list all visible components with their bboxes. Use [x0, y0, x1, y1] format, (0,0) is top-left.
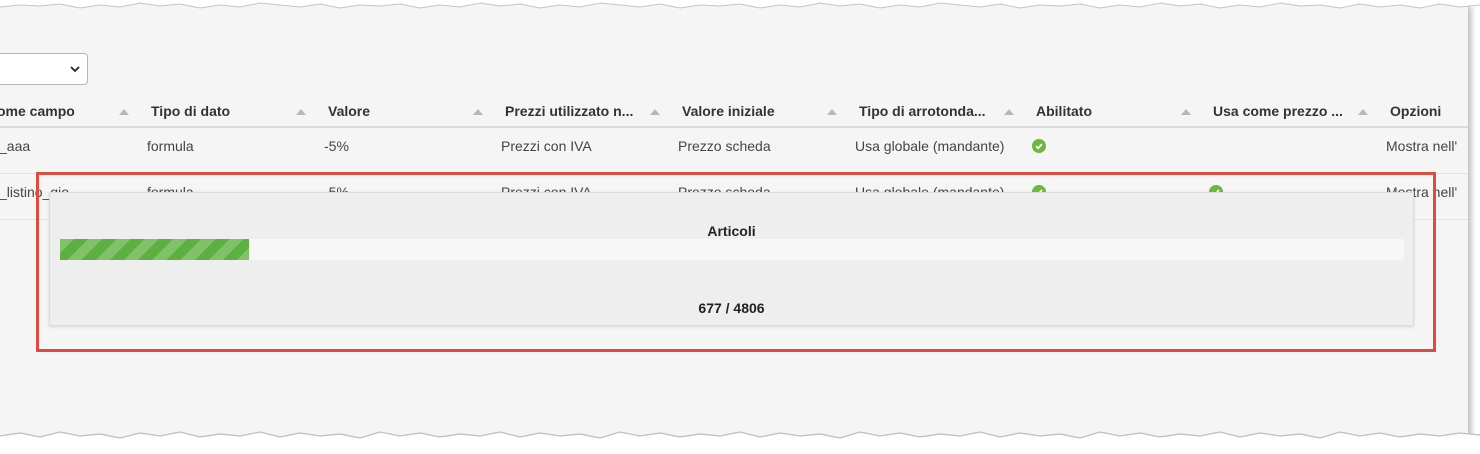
sort-up-icon[interactable]	[1181, 109, 1191, 115]
torn-edge-top	[0, 0, 1480, 9]
table-row[interactable]: _aaa formula -5% Prezzi con IVA Prezzo s…	[0, 128, 1468, 174]
check-circle-icon	[1032, 139, 1046, 153]
column-header-type[interactable]: Tipo di dato	[151, 94, 230, 128]
sort-up-icon[interactable]	[119, 109, 129, 115]
app-panel: ome campo Tipo di dato Valore Prezzi uti…	[0, 4, 1469, 438]
table-header: ome campo Tipo di dato Valore Prezzi uti…	[0, 94, 1468, 128]
cell-value: -5%	[324, 138, 349, 154]
cell-options: Mostra nell'	[1386, 138, 1458, 154]
column-header-name[interactable]: ome campo	[0, 94, 75, 128]
sort-up-icon[interactable]	[1358, 109, 1368, 115]
cell-type: formula	[147, 138, 194, 154]
column-header-rounding[interactable]: Tipo di arrotonda...	[859, 94, 986, 128]
sort-up-icon[interactable]	[296, 109, 306, 115]
cell-prices: Prezzi con IVA	[501, 138, 592, 154]
sort-up-icon[interactable]	[650, 109, 660, 115]
sort-up-icon[interactable]	[827, 109, 837, 115]
column-header-initial-value[interactable]: Valore iniziale	[682, 94, 775, 128]
sort-up-icon[interactable]	[1004, 109, 1014, 115]
column-header-use-as-price[interactable]: Usa come prezzo ...	[1213, 94, 1343, 128]
cell-rounding: Usa globale (mandante)	[855, 138, 1005, 154]
column-header-prices[interactable]: Prezzi utilizzato n...	[505, 94, 633, 128]
highlight-frame	[36, 172, 1436, 352]
chevron-down-icon	[70, 66, 80, 73]
filter-select[interactable]	[0, 53, 88, 85]
column-header-value[interactable]: Valore	[328, 94, 370, 128]
torn-edge-bottom	[0, 431, 1480, 454]
cell-initial-value: Prezzo scheda	[678, 138, 771, 154]
cell-name: _aaa	[0, 138, 31, 154]
sort-up-icon[interactable]	[473, 109, 483, 115]
column-header-options[interactable]: Opzioni	[1390, 94, 1441, 128]
column-header-enabled[interactable]: Abilitato	[1036, 94, 1092, 128]
